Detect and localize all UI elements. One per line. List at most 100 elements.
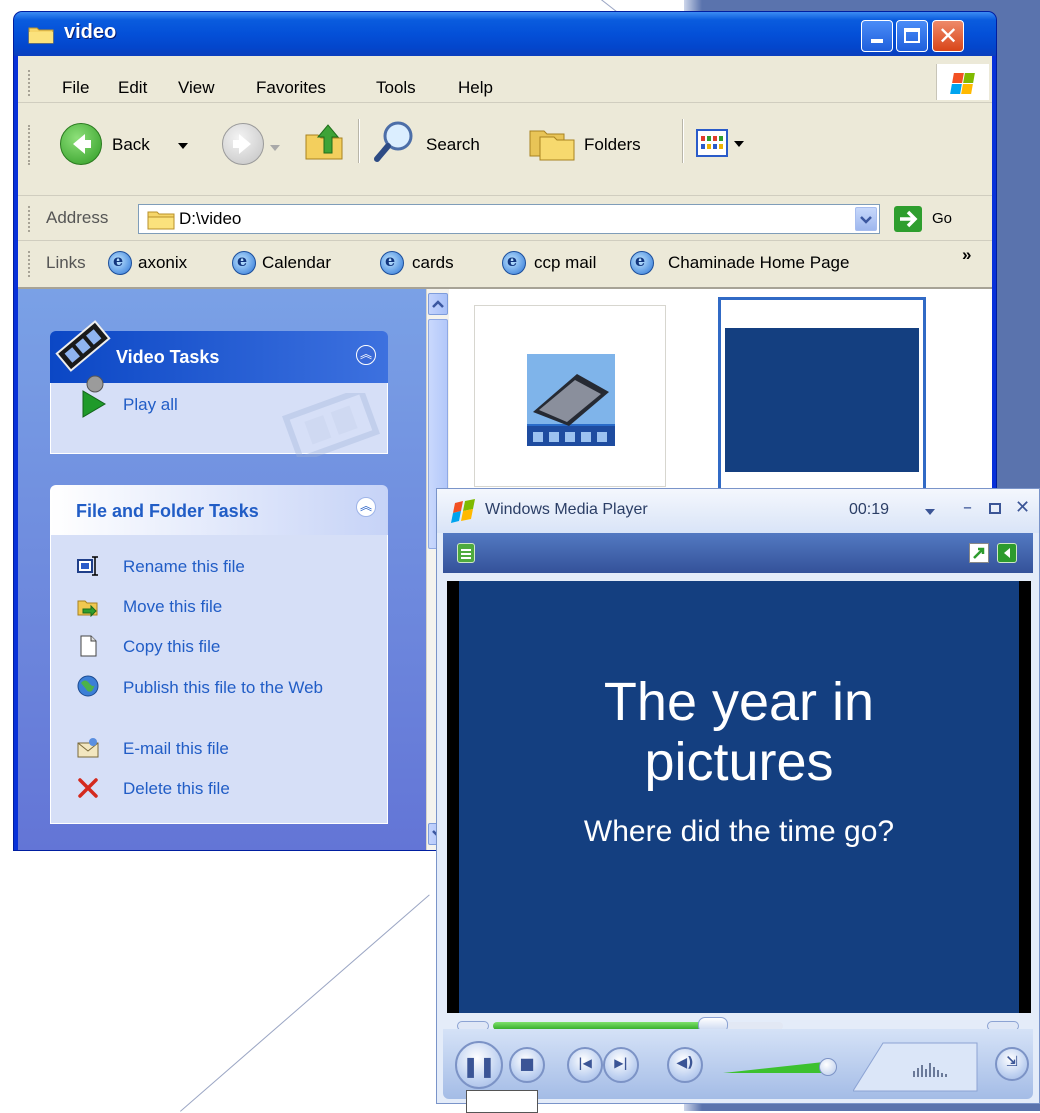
stop-icon: ■ [519, 1054, 535, 1073]
next-button[interactable]: ▶| [603, 1047, 639, 1083]
move-file-icon [77, 600, 98, 617]
menu-tools[interactable]: Tools [376, 78, 416, 98]
chevron-down-icon[interactable] [270, 145, 280, 151]
menu-view[interactable]: View [178, 78, 215, 98]
links-label: Links [46, 253, 86, 272]
selected-video-thumbnail[interactable] [718, 297, 926, 503]
switch-mode-button[interactable]: ⇲ [995, 1047, 1029, 1081]
search-icon [374, 121, 413, 162]
minimize-icon [871, 39, 883, 43]
collapse-icon[interactable]: ︽ [356, 345, 376, 365]
ie-page-icon: e [380, 251, 404, 275]
explorer-titlebar[interactable]: video ✕ [14, 12, 996, 56]
address-input[interactable]: D:\video [138, 204, 880, 234]
video-tasks-panel: Video Tasks ︽ Play all [50, 320, 388, 457]
link-chaminade-home-page[interactable]: e Chaminade Home Page [630, 251, 910, 277]
close-button[interactable]: ✕ [1015, 497, 1030, 518]
menu-edit[interactable]: Edit [118, 78, 147, 98]
pause-icon: ❚❚ [462, 1054, 496, 1078]
video-subtitle: Where did the time go? [583, 815, 895, 848]
maximize-button[interactable] [989, 503, 1001, 514]
search-button[interactable]: Search [372, 119, 524, 165]
chevron-down-icon[interactable] [178, 143, 188, 149]
video-frame: The year in pictures Where did the time … [459, 581, 1019, 1013]
video-area[interactable]: The year in pictures Where did the time … [447, 581, 1031, 1013]
video-file-thumbnail[interactable] [474, 305, 666, 487]
speaker-icon: ◀) [676, 1055, 694, 1071]
rename-file-link[interactable]: Rename this file [123, 557, 245, 577]
menu-file[interactable]: File [62, 78, 89, 98]
window-title: video [64, 21, 117, 43]
task-pane: Video Tasks ︽ Play all File and Folder T… [18, 289, 426, 850]
watermark-film-icon [282, 393, 380, 457]
menu-toggle-icon[interactable] [457, 543, 475, 563]
publish-file-link[interactable]: Publish this file to the Web [123, 677, 363, 699]
toolbar-grip[interactable] [28, 70, 33, 96]
skin-mode-icon[interactable] [997, 543, 1017, 563]
menu-bar: File Edit View Favorites Tools Help [18, 56, 992, 103]
volume-thumb[interactable] [818, 1058, 837, 1076]
copy-file-link[interactable]: Copy this file [123, 637, 220, 657]
player-taskbar [443, 533, 1033, 573]
minimize-button[interactable]: – [963, 497, 972, 518]
email-file-link[interactable]: E-mail this file [123, 739, 229, 759]
underlying-window-fragment [466, 1090, 538, 1113]
video-title-line-1: The year in [603, 672, 875, 732]
move-file-link[interactable]: Move this file [123, 597, 222, 617]
menu-favorites[interactable]: Favorites [256, 78, 326, 98]
menu-help[interactable]: Help [458, 78, 493, 98]
toolbar-grip[interactable] [28, 251, 33, 277]
toolbar-grip[interactable] [28, 206, 33, 232]
forward-button[interactable] [222, 123, 264, 165]
chevron-down-icon[interactable] [734, 141, 744, 147]
volume-slider[interactable] [723, 1055, 843, 1077]
link-label: cards [412, 253, 454, 272]
forward-icon [233, 134, 251, 154]
scroll-up-button[interactable] [428, 293, 448, 315]
link-ccp-mail[interactable]: e ccp mail [502, 251, 622, 277]
go-button[interactable] [894, 206, 922, 232]
search-label: Search [426, 135, 480, 154]
back-icon [60, 123, 102, 165]
link-label: axonix [138, 253, 188, 272]
up-folder-icon[interactable] [302, 119, 346, 163]
links-bar: Links e axonix e Calendar e cards e ccp … [18, 241, 992, 289]
file-tasks-body: Rename this file Move this file Copy thi… [50, 535, 388, 824]
play-all-link[interactable]: Play all [123, 395, 178, 415]
previous-button[interactable]: |◀ [567, 1047, 603, 1083]
publish-web-icon [77, 675, 99, 697]
link-cards[interactable]: e cards [380, 251, 480, 277]
mute-button[interactable]: ◀) [667, 1047, 703, 1083]
close-button[interactable]: ✕ [932, 20, 964, 52]
video-tasks-title: Video Tasks [116, 347, 220, 367]
full-mode-icon[interactable] [969, 543, 989, 563]
player-titlebar[interactable]: Windows Media Player 00:19 – ✕ [437, 489, 1039, 533]
video-camera-icon [527, 354, 615, 446]
folders-button[interactable]: Folders [528, 119, 678, 165]
go-label[interactable]: Go [932, 210, 952, 227]
file-tasks-header[interactable]: File and Folder Tasks ︽ [50, 485, 388, 535]
pause-button[interactable]: ❚❚ [455, 1041, 503, 1089]
play-all-icon [82, 375, 106, 418]
file-tasks-title: File and Folder Tasks [76, 501, 259, 521]
back-button[interactable]: Back [60, 123, 212, 171]
minimize-button[interactable] [861, 20, 893, 52]
collapse-icon[interactable]: ︽ [356, 497, 376, 517]
ie-page-icon: e [108, 251, 132, 275]
address-dropdown-button[interactable] [855, 207, 877, 231]
visualization-tab[interactable] [852, 1039, 983, 1093]
toolbar-grip[interactable] [28, 125, 33, 165]
maximize-button[interactable] [896, 20, 928, 52]
views-button[interactable] [696, 129, 756, 161]
chevron-down-icon[interactable] [925, 509, 935, 515]
standard-toolbar: Back Search Folders [18, 103, 992, 196]
video-title-line-2: pictures [644, 732, 834, 792]
stop-button[interactable]: ■ [509, 1047, 545, 1083]
link-axonix[interactable]: e axonix [108, 251, 208, 277]
delete-file-link[interactable]: Delete this file [123, 779, 230, 799]
links-overflow-button[interactable]: » [962, 245, 971, 265]
transport-controls: ❚❚ ■ |◀ ▶| ◀) ⇲ [443, 1029, 1033, 1099]
folder-icon [28, 27, 54, 44]
link-calendar[interactable]: e Calendar [232, 251, 362, 277]
film-strip-icon [55, 320, 111, 372]
